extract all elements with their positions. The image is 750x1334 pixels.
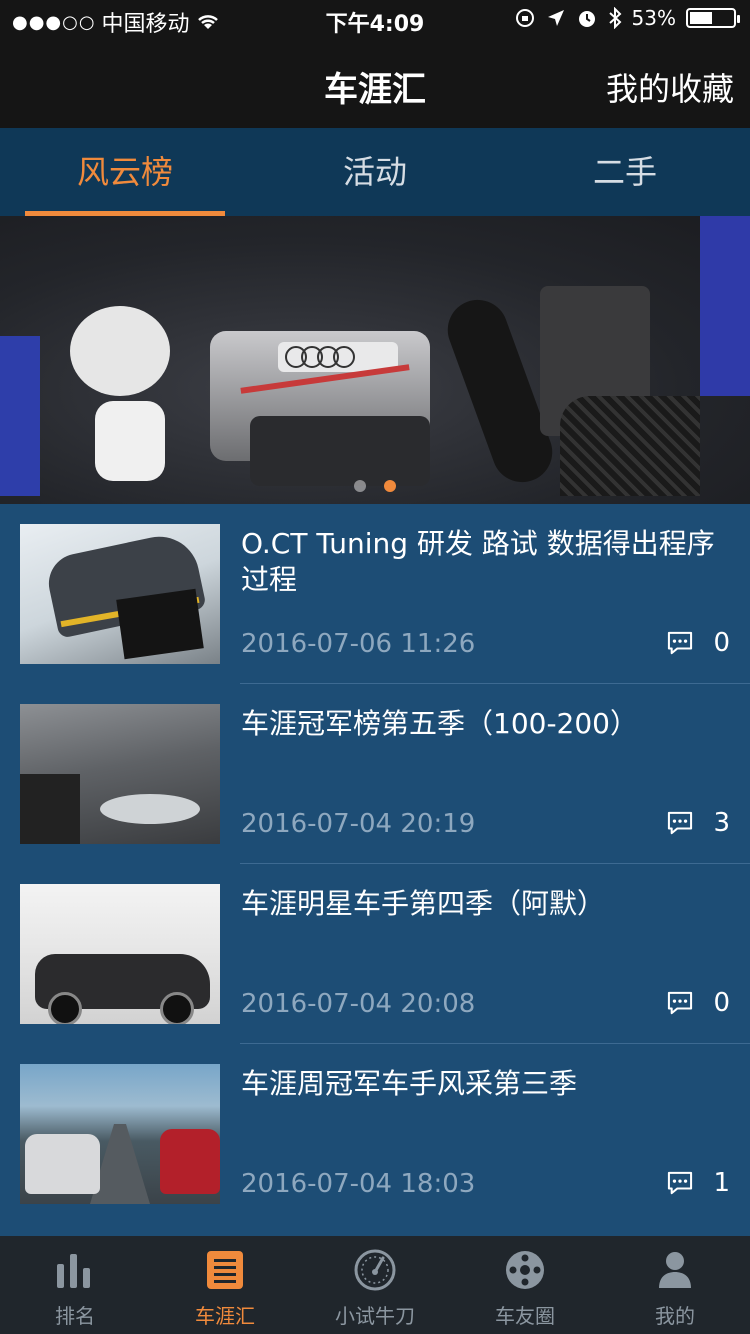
tabbar-label: 车涯汇 xyxy=(195,1304,255,1328)
page-dot-active[interactable] xyxy=(384,480,396,492)
tabbar-item-cheyahui[interactable]: 车涯汇 xyxy=(150,1236,300,1334)
article-date: 2016-07-04 20:08 xyxy=(241,989,476,1019)
article-list: O.CT Tuning 研发 路试 数据得出程序过程 2016-07-06 11… xyxy=(0,504,750,1224)
article-title: 车涯周冠军车手风采第三季 xyxy=(241,1067,578,1100)
speedometer-icon xyxy=(354,1249,396,1291)
article-date: 2016-07-06 11:26 xyxy=(241,629,476,659)
tabbar-item-ranking[interactable]: 排名 xyxy=(0,1236,150,1334)
banner-image-part xyxy=(0,336,40,496)
person-icon xyxy=(659,1252,691,1288)
list-item[interactable]: O.CT Tuning 研发 路试 数据得出程序过程 2016-07-06 11… xyxy=(0,504,750,684)
list-item[interactable]: 车涯冠军榜第五季（100-200） 2016-07-04 20:19 3 xyxy=(0,684,750,864)
battery-fill xyxy=(690,12,713,24)
document-icon xyxy=(207,1251,243,1289)
rotation-lock-icon xyxy=(515,9,534,27)
location-arrow-icon xyxy=(547,10,564,26)
banner-carousel[interactable] xyxy=(0,216,750,504)
tab-second-hand[interactable]: 二手 xyxy=(500,128,750,216)
comment-icon xyxy=(668,991,693,1015)
category-tabs: 风云榜 活动 二手 xyxy=(0,128,750,216)
article-date: 2016-07-04 18:03 xyxy=(241,1169,476,1199)
tabbar-item-friends-circle[interactable]: 车友圈 xyxy=(450,1236,600,1334)
bluetooth-icon xyxy=(608,7,621,29)
comment-number: 0 xyxy=(713,988,730,1018)
tab-leaderboard[interactable]: 风云榜 xyxy=(0,128,250,216)
car-logo-rings xyxy=(285,346,355,368)
banner-image-part xyxy=(95,401,165,481)
banner-image-part xyxy=(70,306,170,396)
comment-number: 3 xyxy=(713,808,730,838)
status-right: 53% xyxy=(514,6,740,30)
comment-number: 0 xyxy=(713,628,730,658)
my-favorites-button[interactable]: 我的收藏 xyxy=(606,64,734,110)
comment-number: 1 xyxy=(713,1168,730,1198)
wheel-icon xyxy=(506,1251,544,1289)
tabbar-item-test-drive[interactable]: 小试牛刀 xyxy=(300,1236,450,1334)
bar-chart-icon xyxy=(57,1254,90,1288)
page-dot[interactable] xyxy=(354,480,366,492)
comment-count: 0 xyxy=(665,988,730,1018)
article-date: 2016-07-04 20:19 xyxy=(241,809,476,839)
comment-count: 3 xyxy=(665,808,730,838)
article-title: 车涯明星车手第四季（阿默） xyxy=(241,887,606,920)
comment-icon xyxy=(668,811,693,835)
battery-percent: 53% xyxy=(631,6,676,30)
comment-count: 1 xyxy=(665,1168,730,1198)
tabbar-label: 小试牛刀 xyxy=(335,1304,415,1328)
tabbar-label: 车友圈 xyxy=(495,1304,555,1328)
nav-bar: 车涯汇 我的收藏 xyxy=(0,40,750,128)
list-item[interactable]: 车涯周冠军车手风采第三季 2016-07-04 18:03 1 xyxy=(0,1044,750,1224)
banner-image-part xyxy=(700,216,750,396)
article-title: 车涯冠军榜第五季（100-200） xyxy=(241,707,638,740)
carousel-page-indicator xyxy=(0,480,750,492)
alarm-icon xyxy=(578,11,595,27)
banner-image-part xyxy=(250,416,430,486)
tabbar-label: 排名 xyxy=(55,1304,95,1328)
article-thumbnail xyxy=(20,884,220,1024)
article-thumbnail xyxy=(20,704,220,844)
comment-icon xyxy=(668,1171,693,1195)
list-item[interactable]: 车涯明星车手第四季（阿默） 2016-07-04 20:08 0 xyxy=(0,864,750,1044)
article-title: O.CT Tuning 研发 路试 数据得出程序过程 xyxy=(241,527,715,596)
comment-icon xyxy=(668,631,693,655)
battery-icon xyxy=(686,8,740,28)
status-bar: ●●●○○ 中国移动 下午4:09 53% xyxy=(0,0,750,40)
bottom-tab-bar: 排名 车涯汇 小试牛刀 车友圈 我的 xyxy=(0,1224,750,1334)
article-thumbnail xyxy=(20,1064,220,1204)
tab-events[interactable]: 活动 xyxy=(250,128,500,216)
tabbar-label: 我的 xyxy=(655,1304,695,1328)
article-thumbnail xyxy=(20,524,220,664)
tabbar-item-me[interactable]: 我的 xyxy=(600,1236,750,1334)
comment-count: 0 xyxy=(665,628,730,658)
